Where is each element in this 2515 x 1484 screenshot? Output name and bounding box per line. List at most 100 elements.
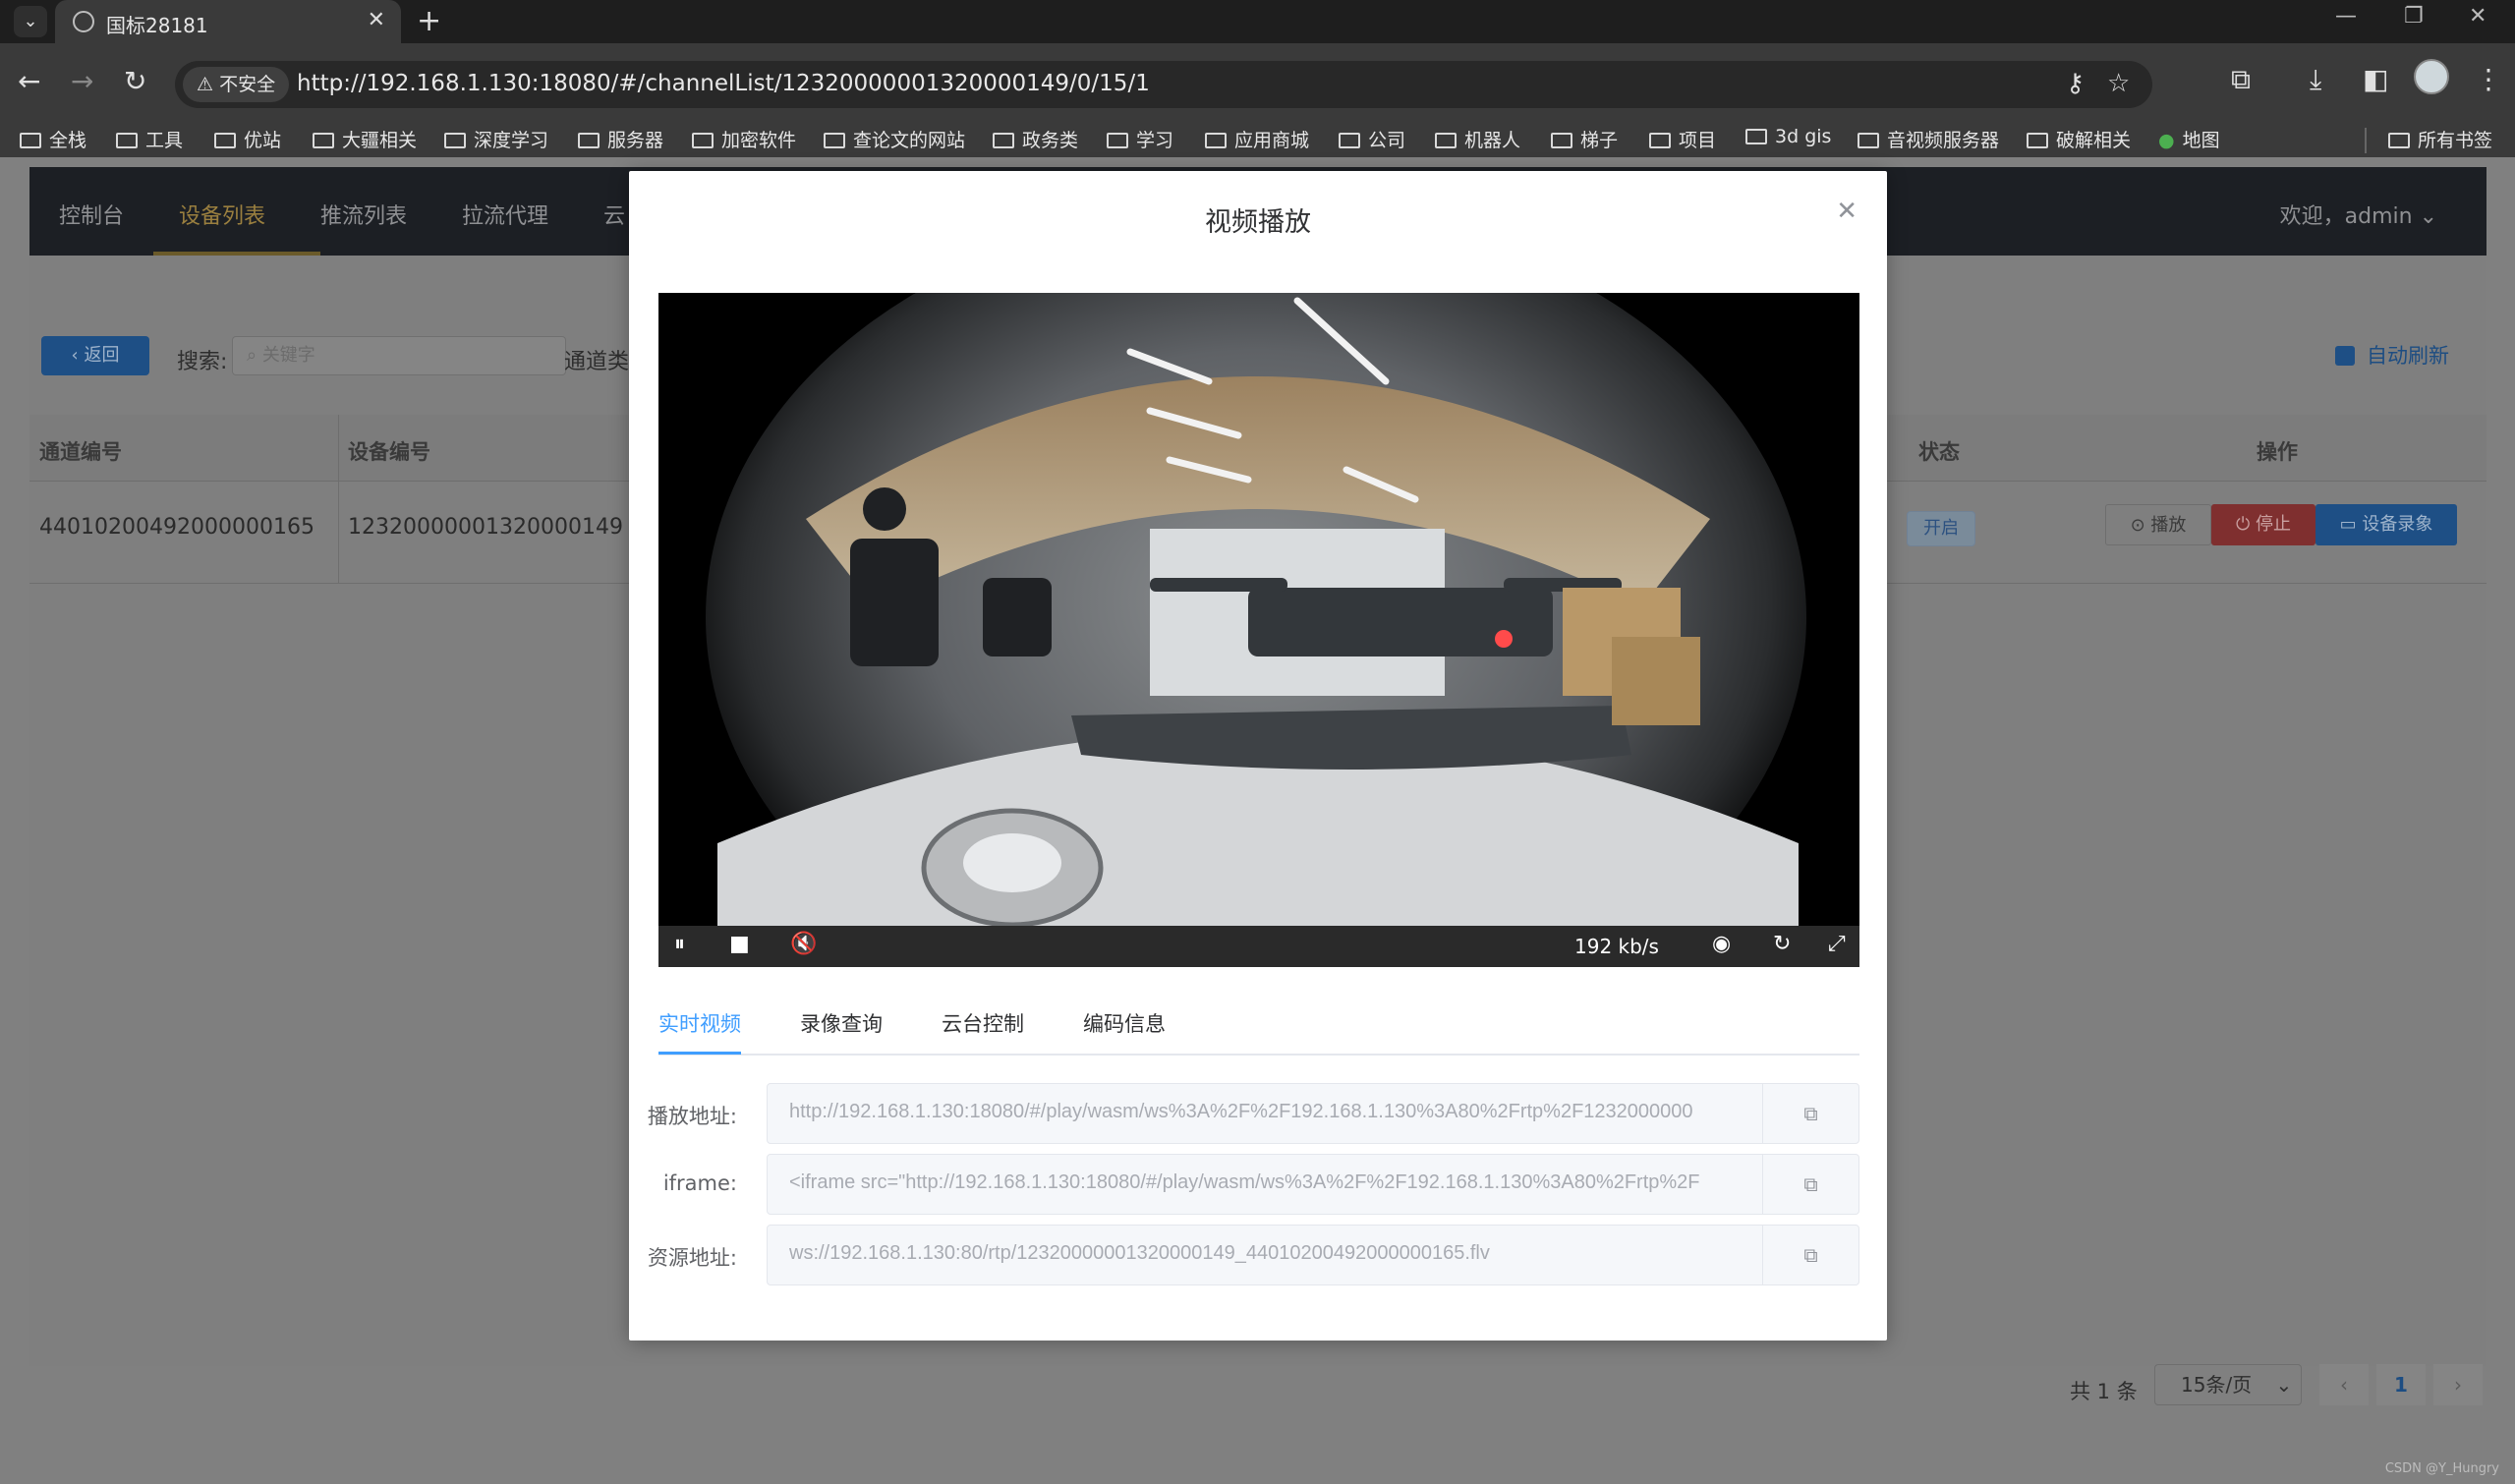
copy-icon[interactable]: ⧉ xyxy=(1762,1155,1858,1214)
fullscreen-icon[interactable]: ⤢ xyxy=(1828,932,1846,956)
bookmark-folder[interactable]: 应用商城 xyxy=(1205,126,1309,152)
play-url-field[interactable]: http://192.168.1.130:18080/#/play/wasm/w… xyxy=(767,1083,1859,1144)
stop-button[interactable]: ⏻ 停止 xyxy=(2211,504,2315,545)
video-player[interactable]: ⏸ ■ 🔇 192 kb/s ◉ ↻ ⤢ xyxy=(658,293,1859,967)
auto-refresh-checkbox[interactable]: 自动刷新 xyxy=(2335,340,2449,370)
extensions-icon[interactable]: ⧉ xyxy=(2231,63,2251,96)
bookmark-label: 工具 xyxy=(145,130,184,151)
column-header-device-id: 设备编号 xyxy=(348,440,430,464)
bookmark-folder[interactable]: 大疆相关 xyxy=(313,126,417,152)
map-pin-icon: ● xyxy=(2158,130,2175,151)
close-icon[interactable]: ✕ xyxy=(1836,197,1858,226)
forward-icon[interactable]: → xyxy=(71,65,93,97)
bookmark-folder[interactable]: 项目 xyxy=(1649,126,1716,152)
side-panel-icon[interactable]: ◧ xyxy=(2363,63,2388,95)
pager-total: 共 1 条 xyxy=(2070,1380,2138,1403)
refresh-icon[interactable]: ↻ xyxy=(1773,932,1791,956)
nav-console[interactable]: 控制台 xyxy=(59,199,124,230)
url-text[interactable]: http://192.168.1.130:18080/#/channelList… xyxy=(297,71,1150,96)
tab-search-dropdown-icon[interactable]: ⌄ xyxy=(14,6,47,37)
status-badge: 开启 xyxy=(1907,511,1975,546)
reload-icon[interactable]: ↻ xyxy=(124,65,146,97)
not-secure-chip[interactable]: ⚠ 不安全 xyxy=(183,67,290,102)
download-icon[interactable]: ⤓ xyxy=(2310,63,2321,96)
bookmark-folder[interactable]: 工具 xyxy=(116,126,183,152)
bookmark-folder[interactable]: 深度学习 xyxy=(444,126,548,152)
bookmark-star-icon[interactable]: ☆ xyxy=(2107,69,2130,98)
folder-icon xyxy=(214,133,236,148)
close-window-icon[interactable]: ✕ xyxy=(2469,4,2486,29)
screenshot-icon[interactable]: ◉ xyxy=(1712,932,1731,956)
folder-icon xyxy=(1339,133,1360,148)
bookmark-folder[interactable]: 全栈 xyxy=(20,126,86,152)
bookmark-label: 应用商城 xyxy=(1234,130,1310,151)
copy-icon[interactable]: ⧉ xyxy=(1762,1084,1858,1143)
prev-page-button[interactable]: ‹ xyxy=(2319,1364,2369,1405)
welcome-user-menu[interactable]: 欢迎，admin ⌄ xyxy=(2280,199,2437,230)
bookmark-folder[interactable]: 服务器 xyxy=(578,126,663,152)
new-tab-icon[interactable]: + xyxy=(417,4,441,38)
bookmark-label: 所有书签 xyxy=(2418,130,2493,151)
nav-cloud[interactable]: 云 xyxy=(603,199,625,230)
folder-icon xyxy=(2027,133,2048,148)
bookmark-label: 优站 xyxy=(244,130,282,151)
nav-device-list[interactable]: 设备列表 xyxy=(179,199,265,230)
bookmark-folder[interactable]: 查论文的网站 xyxy=(824,126,965,152)
bookmark-folder[interactable]: 3d gis xyxy=(1745,126,1831,147)
back-icon[interactable]: ← xyxy=(18,65,40,97)
video-camera-icon: ▭ xyxy=(2339,514,2363,535)
nav-push-list[interactable]: 推流列表 xyxy=(320,199,407,230)
bookmark-folder[interactable]: 公司 xyxy=(1339,126,1405,152)
browser-tabstrip: ⌄ 国标28181 ✕ + — ❐ ✕ xyxy=(0,0,2515,43)
resource-url-field[interactable]: ws://192.168.1.130:80/rtp/12320000001320… xyxy=(767,1225,1859,1285)
back-button[interactable]: ‹ 返回 xyxy=(41,336,149,375)
bookmark-folder[interactable]: 学习 xyxy=(1107,126,1173,152)
bookmark-folder[interactable]: 优站 xyxy=(214,126,281,152)
bookmark-folder[interactable]: 政务类 xyxy=(993,126,1078,152)
all-bookmarks-folder[interactable]: 所有书签 xyxy=(2388,126,2492,152)
search-input[interactable]: ⌕ 关键字 xyxy=(232,336,566,375)
folder-icon xyxy=(993,133,1014,148)
play-button[interactable]: ⊙ 播放 xyxy=(2105,504,2211,545)
tab-codec-info[interactable]: 编码信息 xyxy=(1083,1008,1166,1038)
dialog-title: 视频播放 xyxy=(1205,207,1311,238)
power-icon: ⏻ xyxy=(2236,514,2256,535)
next-page-button[interactable]: › xyxy=(2433,1364,2483,1405)
channel-type-label: 通道类 xyxy=(564,350,630,374)
bookmark-folder[interactable]: 加密软件 xyxy=(692,126,796,152)
menu-kebab-icon[interactable]: ⋮ xyxy=(2475,63,2502,95)
profile-avatar-icon[interactable] xyxy=(2414,59,2449,94)
bookmark-label: 加密软件 xyxy=(721,130,797,151)
minimize-icon[interactable]: — xyxy=(2335,4,2357,29)
tab-ptz-control[interactable]: 云台控制 xyxy=(942,1008,1024,1038)
bookmark-folder[interactable]: 梯子 xyxy=(1551,126,1618,152)
restore-icon[interactable]: ❐ xyxy=(2404,4,2424,29)
page-number-current[interactable]: 1 xyxy=(2376,1364,2426,1405)
iframe-field[interactable]: <iframe src="http://192.168.1.130:18080/… xyxy=(767,1154,1859,1215)
stop-icon[interactable]: ■ xyxy=(729,932,750,956)
tab-live-video[interactable]: 实时视频 xyxy=(658,1008,741,1038)
mute-icon[interactable]: 🔇 xyxy=(790,932,817,956)
close-tab-icon[interactable]: ✕ xyxy=(368,8,385,32)
resource-url-value[interactable]: ws://192.168.1.130:80/rtp/12320000001320… xyxy=(789,1242,1752,1265)
page-size-select[interactable]: 15条/页 ⌄ xyxy=(2154,1364,2302,1405)
nav-pull-proxy[interactable]: 拉流代理 xyxy=(462,199,548,230)
browser-tab[interactable]: 国标28181 ✕ xyxy=(55,0,401,43)
copy-icon[interactable]: ⧉ xyxy=(1762,1226,1858,1284)
bookmark-folder[interactable]: 音视频服务器 xyxy=(1858,126,1999,152)
bitrate-readout: 192 kb/s xyxy=(1574,935,1659,958)
bookmark-folder[interactable]: 破解相关 xyxy=(2027,126,2131,152)
address-bar[interactable]: ⚠ 不安全 http://192.168.1.130:18080/#/chann… xyxy=(175,61,2152,108)
pause-icon[interactable]: ⏸ xyxy=(674,932,685,956)
iframe-value[interactable]: <iframe src="http://192.168.1.130:18080/… xyxy=(789,1171,1752,1194)
bookmark-maps[interactable]: ● 地图 xyxy=(2158,126,2220,152)
password-key-icon[interactable]: ⚷ xyxy=(2066,69,2085,98)
chevron-left-icon: ‹ xyxy=(71,345,85,366)
tab-recording-query[interactable]: 录像查询 xyxy=(800,1008,883,1038)
play-url-value[interactable]: http://192.168.1.130:18080/#/play/wasm/w… xyxy=(789,1101,1752,1123)
device-record-button[interactable]: ▭ 设备录象 xyxy=(2315,504,2457,545)
bookmark-folder[interactable]: 机器人 xyxy=(1435,126,1520,152)
bookmark-label: 3d gis xyxy=(1775,126,1832,147)
bookmark-label: 音视频服务器 xyxy=(1887,130,2000,151)
bookmark-label: 地图 xyxy=(2182,130,2220,151)
